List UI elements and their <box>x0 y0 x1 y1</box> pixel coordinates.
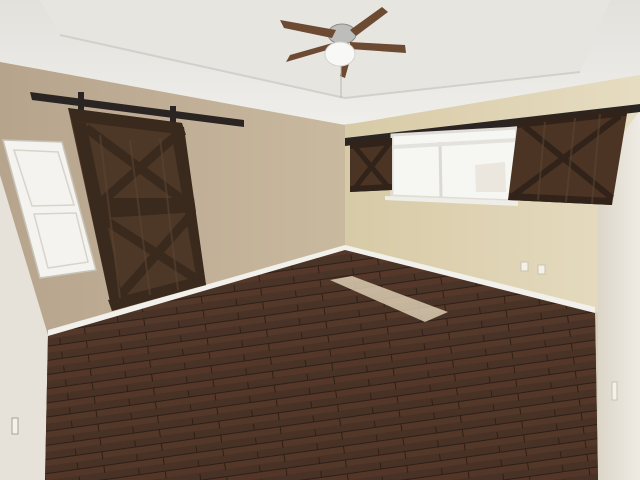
outlet <box>611 381 618 401</box>
room-photo <box>0 0 640 480</box>
barn-shutter-right <box>508 108 628 205</box>
barn-shutter-left <box>350 138 392 192</box>
room-illustration <box>0 0 640 480</box>
outlet <box>11 417 19 435</box>
outlet <box>520 261 529 272</box>
outlet <box>537 264 546 275</box>
window <box>385 126 519 206</box>
